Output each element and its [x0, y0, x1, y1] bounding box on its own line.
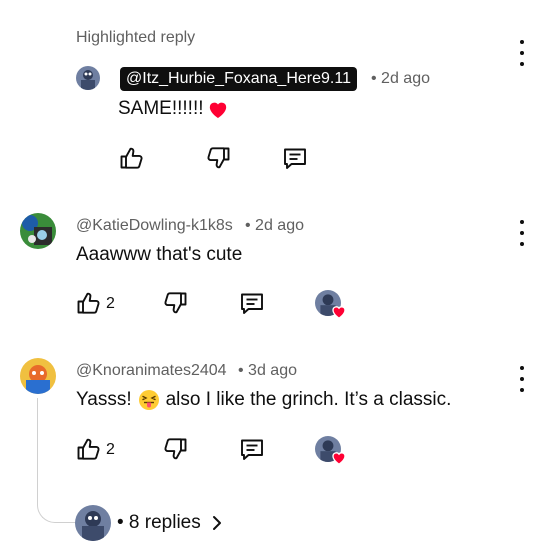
creator-heart [315, 436, 347, 466]
more-vert-icon[interactable] [512, 40, 532, 66]
timestamp[interactable]: • 2d ago [371, 70, 430, 88]
thumbs-up-icon[interactable] [75, 290, 101, 316]
creator-heart [315, 290, 347, 320]
timestamp[interactable]: • 3d ago [238, 362, 297, 380]
avatar[interactable] [76, 66, 100, 90]
thumbs-up-icon[interactable] [75, 436, 101, 462]
comment-text: Aaawww that's cute [76, 244, 243, 265]
comment-text: SAME!!!!!! [118, 98, 229, 120]
heart-icon [332, 452, 346, 465]
thread-connector [37, 398, 78, 523]
comment-handle[interactable]: @Knoranimates2404 [76, 362, 227, 380]
thumbs-down-icon[interactable] [163, 290, 189, 316]
reply-icon[interactable] [239, 290, 265, 316]
reply-icon[interactable] [282, 145, 308, 171]
replies-count: • 8 replies [117, 512, 201, 533]
squinting-tongue-emoji [138, 390, 159, 410]
more-vert-icon[interactable] [512, 366, 532, 392]
comment-text: Yasss! also I like the grinch. It’s a cl… [76, 389, 452, 410]
highlighted-handle[interactable]: @Itz_Hurbie_Foxana_Here9.11 [120, 67, 357, 91]
more-vert-icon[interactable] [512, 220, 532, 246]
thumbs-up-icon[interactable] [118, 145, 144, 171]
timestamp[interactable]: • 2d ago [245, 217, 304, 235]
avatar[interactable] [20, 358, 56, 394]
thumbs-down-icon[interactable] [163, 436, 189, 462]
like-count: 2 [106, 441, 115, 458]
like-count: 2 [106, 295, 115, 312]
chevron-right-icon [212, 516, 221, 530]
avatar[interactable] [75, 505, 111, 541]
reply-icon[interactable] [239, 436, 265, 462]
heart-icon [332, 306, 346, 319]
comment-handle[interactable]: @KatieDowling-k1k8s [76, 217, 233, 235]
thumbs-down-icon[interactable] [206, 145, 232, 171]
heart-icon [209, 102, 226, 119]
view-replies-button[interactable]: • 8 replies [117, 512, 225, 534]
avatar[interactable] [20, 213, 56, 249]
highlighted-reply-title: Highlighted reply [76, 29, 196, 46]
